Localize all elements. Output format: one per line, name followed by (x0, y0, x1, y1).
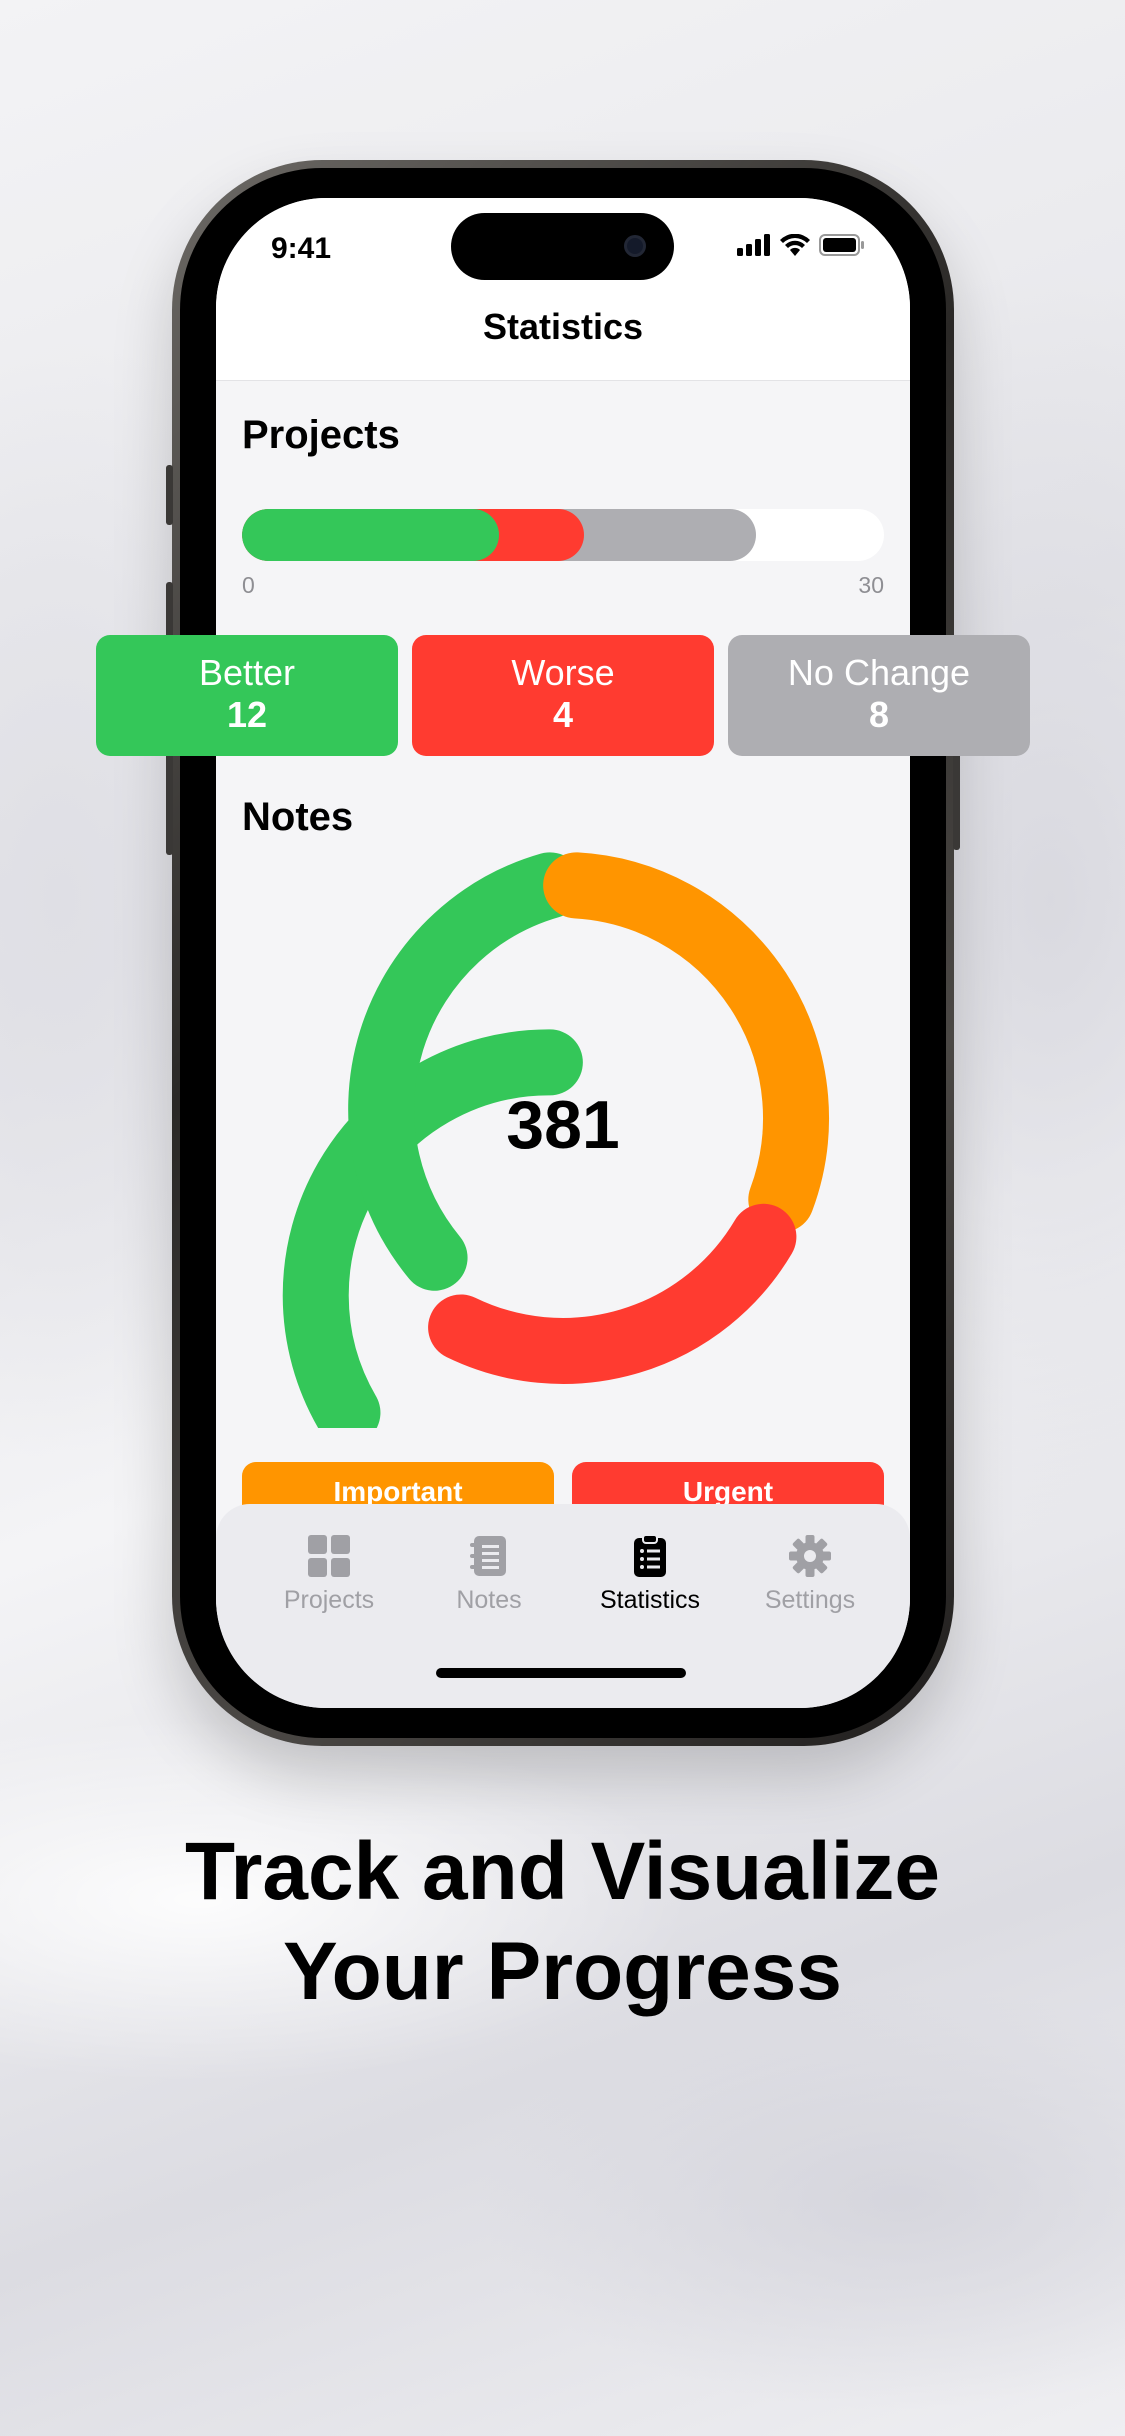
stat-card-worse-label: Worse (511, 652, 615, 693)
navigation-header: Statistics (216, 298, 910, 381)
status-icons (737, 234, 865, 256)
stat-card-better-value: 12 (226, 694, 268, 735)
cellular-signal-icon (737, 234, 770, 256)
tab-bar: Projects Notes Statistics Settings (216, 1504, 910, 1708)
notes-card-important-label: Important (333, 1476, 463, 1507)
tab-notes[interactable]: Notes (419, 1534, 559, 1615)
tab-settings[interactable]: Settings (740, 1534, 880, 1615)
projects-section-title: Projects (242, 413, 400, 457)
projects-progress-bar (242, 509, 884, 561)
notebook-icon (470, 1536, 506, 1576)
donut-segment-red-arc (428, 1203, 797, 1384)
stat-card-worse-value: 4 (552, 694, 574, 735)
tab-notes-label: Notes (456, 1586, 522, 1614)
home-indicator[interactable] (436, 1668, 686, 1678)
progress-range-min: 0 (242, 572, 255, 598)
progress-segment-better (242, 509, 499, 561)
stat-card-better[interactable]: Better 12 (96, 635, 398, 756)
page-title: Statistics (482, 306, 644, 347)
tab-settings-label: Settings (764, 1586, 856, 1614)
tab-statistics[interactable]: Statistics (580, 1534, 720, 1615)
status-time: 9:41 (271, 232, 332, 265)
progress-range-max: 30 (858, 572, 884, 598)
stat-card-no-change[interactable]: No Change 8 (728, 635, 1030, 756)
tab-projects[interactable]: Projects (259, 1534, 399, 1615)
dynamic-island (451, 213, 674, 280)
tab-projects-label: Projects (283, 1586, 375, 1614)
donut-segment-green-arc (348, 852, 583, 1291)
tab-statistics-label: Statistics (599, 1586, 701, 1614)
battery-icon (819, 234, 864, 256)
stat-card-worse[interactable]: Worse 4 (412, 635, 714, 756)
front-camera (624, 235, 646, 257)
notes-card-urgent-label: Urgent (682, 1476, 774, 1507)
app-screen: 9:41 Statistics Projects 0 30 Notes 381 … (216, 198, 910, 1708)
stat-card-no-change-value: 8 (868, 694, 890, 735)
notes-total-count: 381 (506, 1087, 620, 1163)
grid-icon (308, 1535, 350, 1577)
stat-card-no-change-label: No Change (787, 652, 971, 693)
phone-side-button (166, 465, 173, 525)
marketing-headline-line-1: Track and Visualize (184, 1826, 941, 1917)
stat-card-better-label: Better (198, 652, 296, 693)
marketing-headline-line-2: Your Progress (283, 1926, 842, 2017)
clipboard-icon (634, 1534, 666, 1577)
gear-icon (789, 1535, 831, 1577)
wifi-icon (780, 234, 810, 256)
